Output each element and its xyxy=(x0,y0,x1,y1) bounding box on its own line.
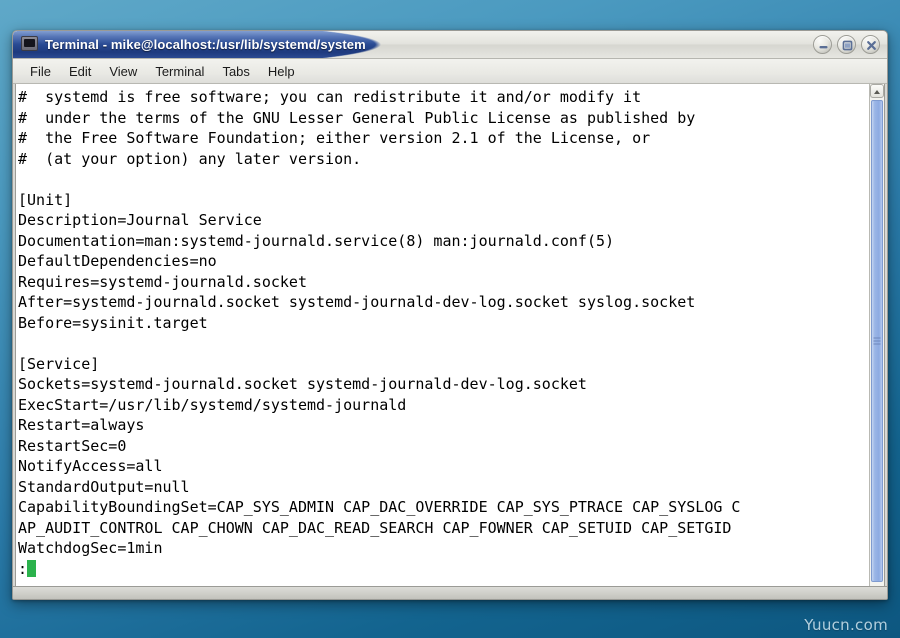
terminal-line: AP_AUDIT_CONTROL CAP_CHOWN CAP_DAC_READ_… xyxy=(18,518,732,537)
terminal-cursor xyxy=(27,559,37,577)
terminal-line: StandardOutput=null xyxy=(18,477,190,496)
terminal-line: # (at your option) any later version. xyxy=(18,149,362,168)
window-title: Terminal - mike@localhost:/usr/lib/syste… xyxy=(45,37,366,52)
terminal-line: Description=Journal Service xyxy=(18,211,262,229)
close-button[interactable] xyxy=(861,35,880,54)
terminal-line: RestartSec=0 xyxy=(18,436,127,455)
window-controls xyxy=(813,35,880,54)
terminal-area: # systemd is free software; you can redi… xyxy=(15,84,885,586)
terminal-prompt: : xyxy=(18,559,28,578)
terminal-line: # systemd is free software; you can redi… xyxy=(18,88,642,106)
minimize-button[interactable] xyxy=(813,35,832,54)
menu-item-file[interactable]: File xyxy=(21,62,60,81)
minimize-icon xyxy=(819,46,828,49)
maximize-icon xyxy=(842,40,853,51)
terminal-line: ExecStart=/usr/lib/systemd/systemd-journ… xyxy=(18,395,407,414)
scrollbar-grip-icon xyxy=(873,337,881,345)
terminal-prompt-line: : xyxy=(18,559,869,580)
terminal-line: Restart=always xyxy=(18,416,145,434)
terminal-line: After=systemd-journald.socket systemd-jo… xyxy=(18,293,696,311)
menu-item-tabs[interactable]: Tabs xyxy=(213,62,258,81)
terminal-line: Before=sysinit.target xyxy=(18,313,208,332)
terminal-line: # the Free Software Foundation; either v… xyxy=(18,129,651,147)
terminal-line: Sockets=systemd-journald.socket systemd-… xyxy=(18,375,587,393)
scrollbar-thumb[interactable] xyxy=(871,100,883,582)
terminal-line: Requires=systemd-journald.socket xyxy=(18,272,307,291)
terminal-line: NotifyAccess=all xyxy=(18,457,163,475)
maximize-button[interactable] xyxy=(837,35,856,54)
menu-item-help[interactable]: Help xyxy=(259,62,304,81)
terminal-line: [Service] xyxy=(18,354,100,373)
menu-bar: File Edit View Terminal Tabs Help xyxy=(13,59,887,84)
terminal-line: [Unit] xyxy=(18,190,73,209)
menu-item-edit[interactable]: Edit xyxy=(60,62,100,81)
window-titlebar[interactable]: Terminal - mike@localhost:/usr/lib/syste… xyxy=(13,31,887,59)
terminal-screen[interactable]: # systemd is free software; you can redi… xyxy=(16,84,869,586)
scroll-up-icon[interactable] xyxy=(870,84,884,98)
menu-item-terminal[interactable]: Terminal xyxy=(146,62,213,81)
terminal-line: DefaultDependencies=no xyxy=(18,252,217,270)
terminal-line: Documentation=man:systemd-journald.servi… xyxy=(18,231,615,250)
vertical-scrollbar[interactable] xyxy=(869,84,884,586)
terminal-icon xyxy=(21,36,38,51)
desktop-watermark: Yuucn.com xyxy=(804,616,888,634)
menu-item-view[interactable]: View xyxy=(100,62,146,81)
terminal-line: WatchdogSec=1min xyxy=(18,539,163,557)
window-bottom-frame xyxy=(13,586,887,599)
terminal-line: CapabilityBoundingSet=CAP_SYS_ADMIN CAP_… xyxy=(18,498,741,516)
scrollbar-track[interactable] xyxy=(870,98,884,586)
terminal-line: # under the terms of the GNU Lesser Gene… xyxy=(18,108,696,127)
terminal-text: # systemd is free software; you can redi… xyxy=(18,87,869,579)
close-icon xyxy=(867,41,876,50)
terminal-window: Terminal - mike@localhost:/usr/lib/syste… xyxy=(12,30,888,600)
